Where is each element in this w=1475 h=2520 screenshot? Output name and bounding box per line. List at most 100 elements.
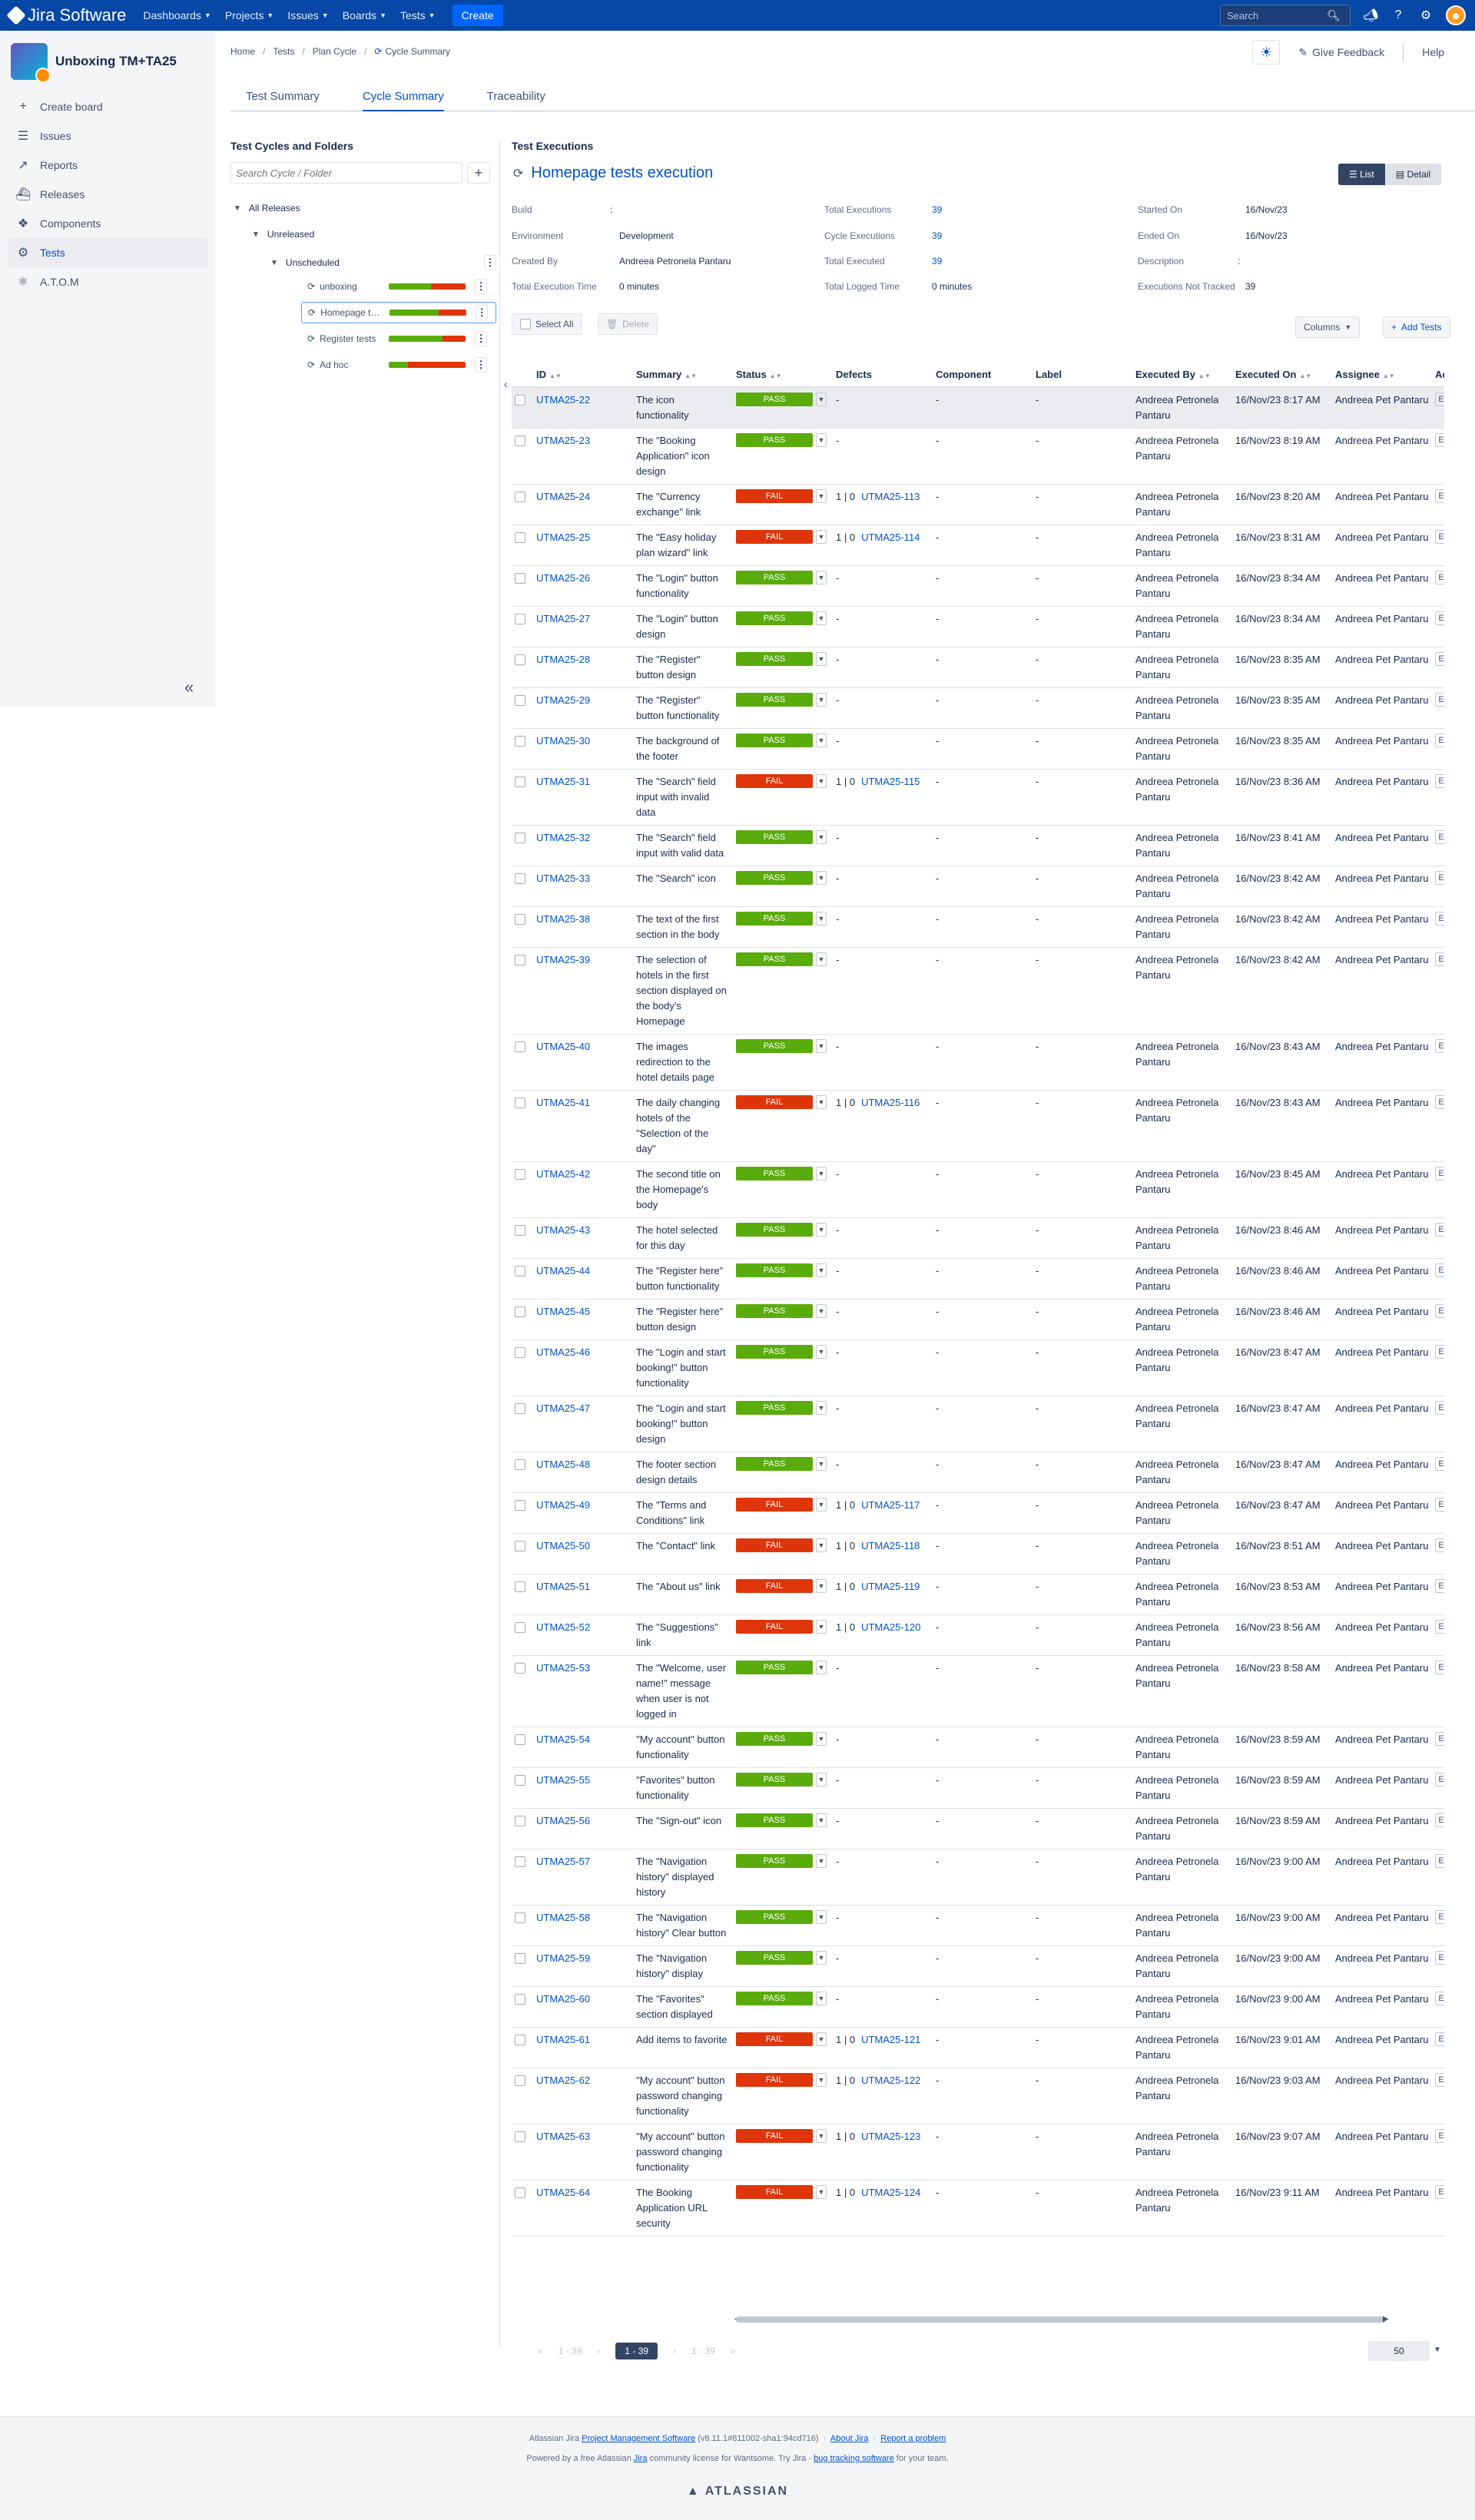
sidebar-item-releases[interactable]: ⛴ Releases [0,180,215,209]
status-select[interactable]: PASS ▼ [736,1039,830,1053]
global-search[interactable]: 🔍︎ [1220,5,1351,26]
row-checkbox[interactable] [515,1169,525,1180]
execute-icon[interactable]: E [1435,2073,1444,2087]
row-checkbox[interactable] [515,873,525,884]
table-row[interactable]: UTMA25-45 The "Register here" button desi… [512,1299,1444,1340]
add-cycle-button[interactable]: + [467,162,490,184]
execute-icon[interactable]: E [1435,1457,1444,1471]
table-row[interactable]: UTMA25-52 The "Suggestions" link FAIL ▼ 1 | … [512,1614,1444,1656]
issue-link[interactable]: UTMA25-53 [536,1662,590,1674]
table-row[interactable]: UTMA25-61 Add items to favorite FAIL ▼ 1 | 0… [512,2027,1444,2068]
status-select[interactable]: FAIL ▼ [736,1498,830,1512]
jira-link[interactable]: Jira [634,2454,648,2463]
chevron-down-icon[interactable]: ▼ [816,871,827,885]
more-actions-icon[interactable]: ⋮ [476,305,489,320]
tab-cycle-summary[interactable]: Cycle Summary [362,90,444,111]
execute-icon[interactable]: E [1435,1661,1444,1674]
issue-link[interactable]: UTMA25-25 [536,531,590,543]
footer-pm-link[interactable]: Project Management Software [582,2434,695,2443]
sidebar-item-issues[interactable]: ☰ Issues [0,121,215,151]
status-select[interactable]: PASS ▼ [736,652,830,666]
row-checkbox[interactable] [515,1912,525,1923]
table-row[interactable]: UTMA25-31 The "Search" field input with i… [512,769,1444,826]
chevron-down-icon[interactable]: ▼ [816,774,827,788]
table-row[interactable]: UTMA25-63 "My account" button password ch… [512,2124,1444,2181]
defect-link[interactable]: UTMA25-119 [861,1581,920,1592]
next-icon[interactable]: › [673,2346,676,2356]
chevron-down-icon[interactable]: ▼ [816,1304,827,1318]
status-select[interactable]: PASS ▼ [736,1345,830,1359]
about-jira-link[interactable]: About Jira [830,2434,869,2443]
defect-link[interactable]: UTMA25-118 [861,1540,920,1551]
issue-link[interactable]: UTMA25-60 [536,1993,590,2005]
table-row[interactable]: UTMA25-33 The "Search" icon PASS ▼ - - - Andree… [512,866,1444,907]
table-row[interactable]: UTMA25-60 The "Favorites" section display… [512,1986,1444,2028]
jira-logo[interactable]: Jira Software [6,5,126,25]
table-row[interactable]: UTMA25-30 The background of the footer PAS… [512,728,1444,770]
columns-button[interactable]: Columns ▼ [1295,316,1361,338]
table-row[interactable]: UTMA25-58 The "Navigation history" Clear … [512,1905,1444,1946]
chevron-down-icon[interactable]: ▼ [816,652,827,666]
row-checkbox[interactable] [515,492,525,502]
status-select[interactable]: PASS ▼ [736,952,830,966]
panel-divider[interactable] [499,140,500,2348]
report-problem-link[interactable]: Report a problem [880,2434,946,2443]
status-select[interactable]: PASS ▼ [736,1167,830,1181]
chevron-down-icon[interactable]: ▼ [816,2073,827,2087]
table-row[interactable]: UTMA25-54 "My account" button functionali… [512,1727,1444,1768]
row-checkbox[interactable] [515,1225,525,1236]
table-row[interactable]: UTMA25-39 The selection of hotels in the … [512,947,1444,1035]
defect-link[interactable]: UTMA25-124 [861,2187,920,2198]
table-row[interactable]: UTMA25-28 The "Register" button design PAS… [512,647,1444,688]
chevron-down-icon[interactable]: ▼ [816,489,827,503]
sort-icon[interactable]: ▲▼ [684,373,697,379]
row-checkbox[interactable] [515,573,525,584]
cycle-item[interactable]: ⟳ unboxing ⋮ [301,276,496,297]
status-select[interactable]: FAIL ▼ [736,774,830,788]
chevron-down-icon[interactable]: ▼ [816,1223,827,1237]
nav-menu-tests[interactable]: Tests ▼ [400,9,436,22]
tree-node-unscheduled[interactable]: ▼ Unscheduled ⋮ [270,255,496,270]
chevron-down-icon[interactable]: ▼ [816,571,827,584]
select-all-checkbox[interactable] [520,319,531,329]
status-select[interactable]: PASS ▼ [736,433,830,447]
table-row[interactable]: UTMA25-59 The "Navigation history" displa… [512,1945,1444,1987]
issue-link[interactable]: UTMA25-44 [536,1265,590,1277]
issue-link[interactable]: UTMA25-54 [536,1734,590,1745]
issue-link[interactable]: UTMA25-49 [536,1499,590,1511]
table-row[interactable]: UTMA25-40 The images redirection to the h… [512,1034,1444,1091]
row-checkbox[interactable] [515,1816,525,1826]
table-row[interactable]: UTMA25-64 The Booking Application URL sec… [512,2180,1444,2237]
status-select[interactable]: FAIL ▼ [736,2073,830,2087]
issue-link[interactable]: UTMA25-31 [536,776,590,787]
row-checkbox[interactable] [515,654,525,665]
table-row[interactable]: UTMA25-32 The "Search" field input with v… [512,825,1444,866]
row-checkbox[interactable] [515,1994,525,2005]
table-row[interactable]: UTMA25-62 "My account" button password ch… [512,2068,1444,2124]
atlassian-logo[interactable]: ▲ ATLASSIAN [0,2485,1475,2498]
status-select[interactable]: FAIL ▼ [736,1538,830,1552]
chevron-down-icon[interactable]: ▼ [816,733,827,747]
execute-icon[interactable]: E [1435,530,1444,544]
add-tests-button[interactable]: + Add Tests [1383,316,1450,338]
expand-triangle-icon[interactable]: ▼ [252,230,260,239]
issue-link[interactable]: UTMA25-33 [536,873,590,884]
issue-link[interactable]: UTMA25-57 [536,1856,590,1867]
tree-node-unreleased[interactable]: ▼ Unreleased [252,229,314,240]
table-row[interactable]: UTMA25-22 The icon functionality PASS ▼ - - - A… [512,387,1444,429]
cycle-item[interactable]: ⟳Homepage tests execution ⋮ [301,302,496,323]
row-checkbox[interactable] [515,1622,525,1633]
issue-link[interactable]: UTMA25-41 [536,1097,590,1108]
status-select[interactable]: PASS ▼ [736,1813,830,1827]
issue-link[interactable]: UTMA25-51 [536,1581,590,1592]
table-row[interactable]: UTMA25-38 The text of the first section i… [512,906,1444,948]
chevron-down-icon[interactable]: ▼ [816,392,827,406]
breadcrumb-item[interactable]: Plan Cycle [313,46,356,57]
issue-link[interactable]: UTMA25-46 [536,1346,590,1358]
issue-link[interactable]: UTMA25-42 [536,1168,590,1180]
row-checkbox[interactable] [515,1098,525,1108]
chevron-down-icon[interactable]: ▼ [816,1457,827,1471]
issue-link[interactable]: UTMA25-26 [536,572,590,584]
table-row[interactable]: UTMA25-51 The "About us" link FAIL ▼ 1 | 0 UT… [512,1574,1444,1615]
row-checkbox[interactable] [515,695,525,706]
